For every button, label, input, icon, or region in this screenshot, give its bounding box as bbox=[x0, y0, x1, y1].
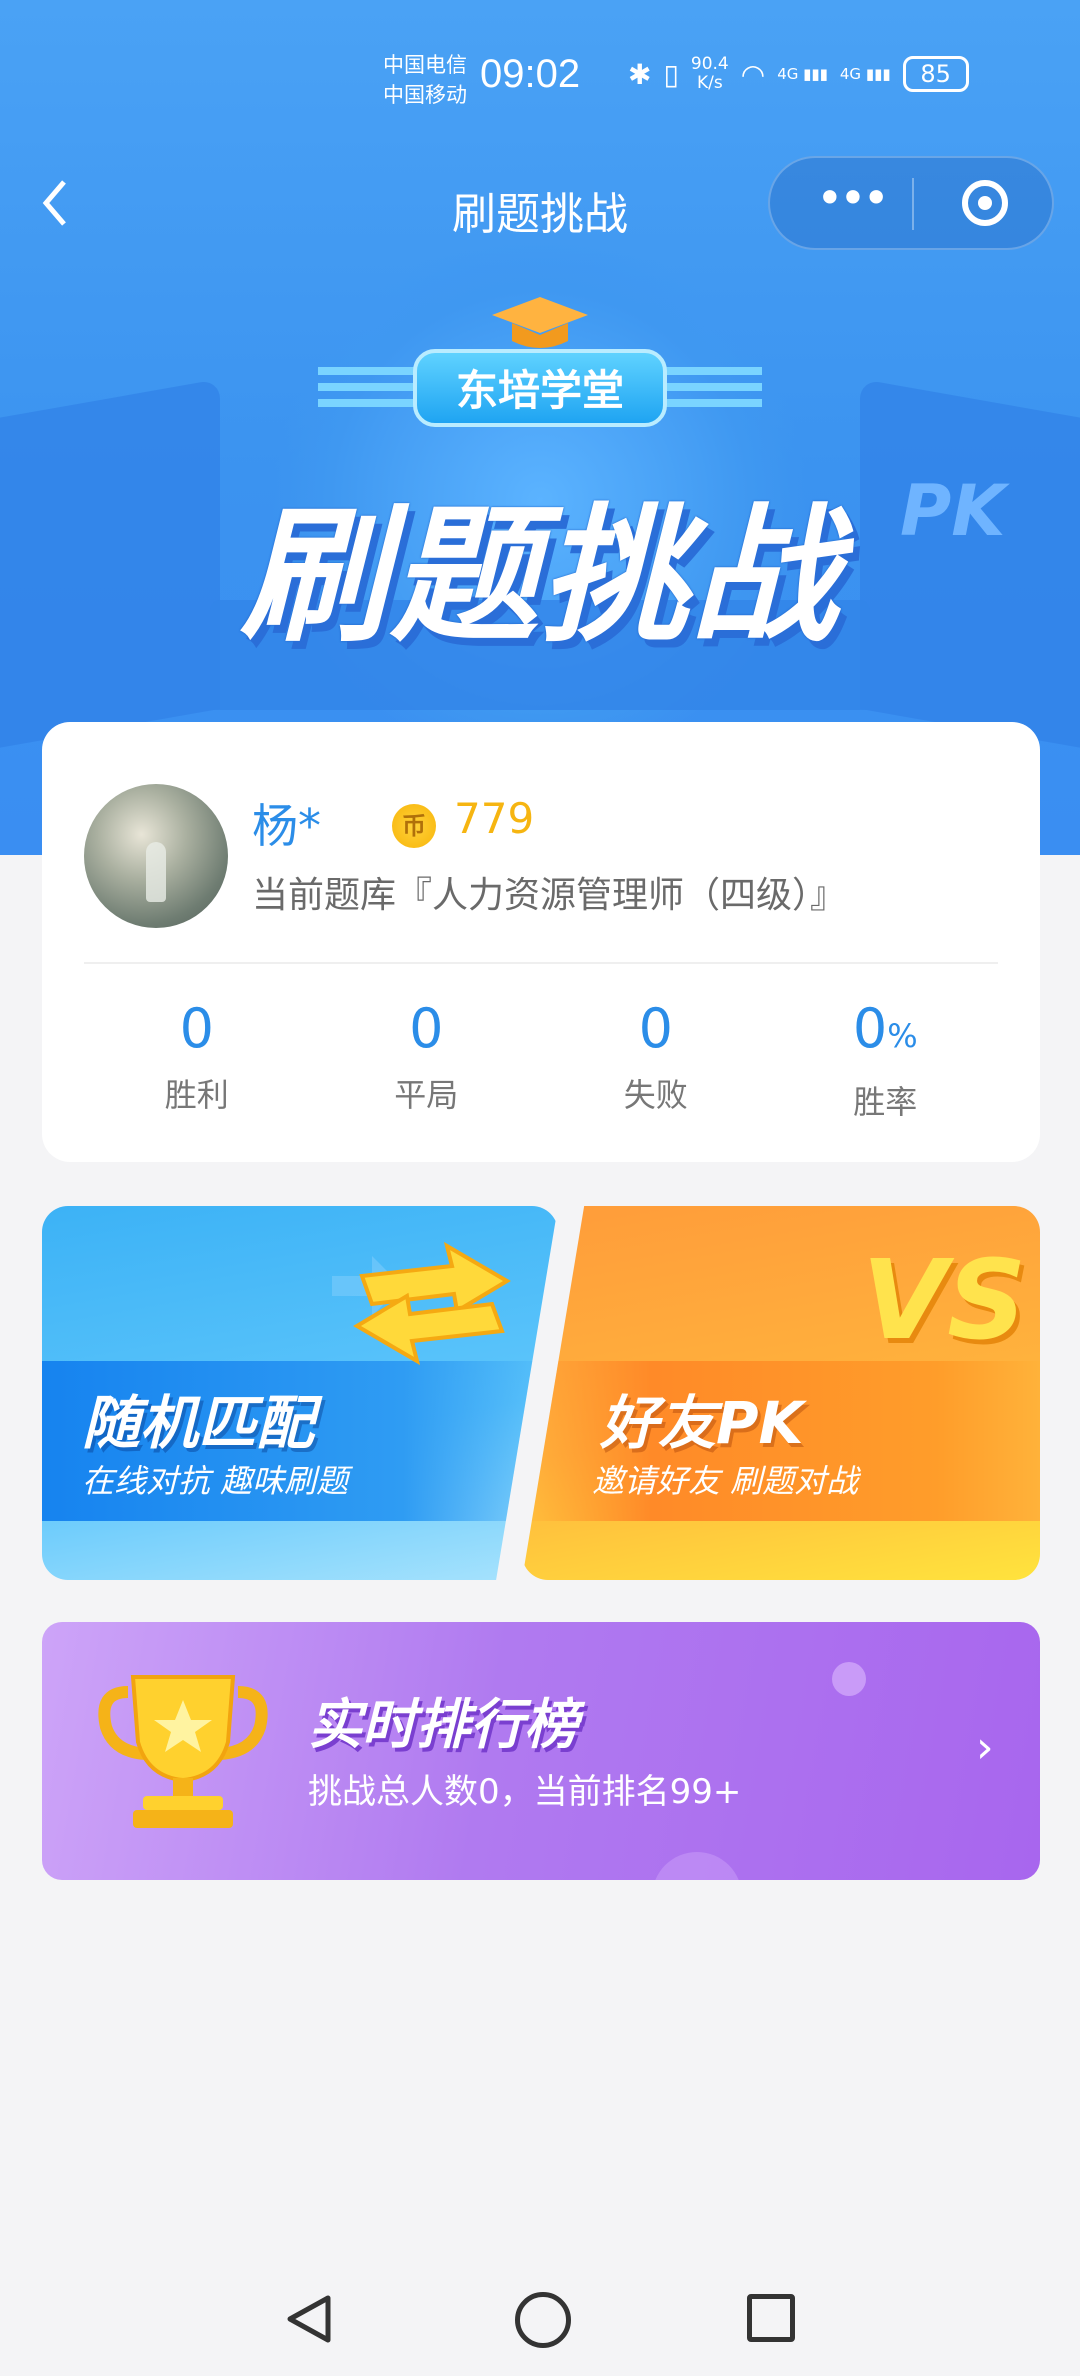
close-target-button[interactable] bbox=[962, 180, 1008, 226]
leaderboard-banner[interactable]: 实时排行榜 挑战总人数0，当前排名99+ › bbox=[42, 1622, 1040, 1880]
friend-pk-title: 好友PK bbox=[600, 1389, 804, 1457]
stats-row: 0 胜利 0 平局 0 失败 0% 胜率 bbox=[42, 994, 1040, 1123]
trophy-icon bbox=[98, 1675, 268, 1828]
question-bank-label[interactable]: 当前题库『人力资源管理师（四级）』 bbox=[252, 866, 846, 918]
vibrate-icon: ▯ bbox=[663, 57, 679, 91]
wifi-icon: ◠ bbox=[740, 57, 766, 91]
stat-value: 0 bbox=[179, 997, 214, 1060]
divider bbox=[84, 962, 998, 964]
stat-label: 胜利 bbox=[164, 1076, 229, 1114]
friend-pk-subtitle: 邀请好友 刷题对战 bbox=[592, 1462, 859, 1500]
coin-balance: 779 bbox=[454, 794, 535, 843]
status-bar: 中国电信 中国移动 09:02 ✱ ▯ 90.4 K/s ◠ 4G ▮▮▮ 4G… bbox=[0, 0, 1080, 150]
hero-title: 刷题挑战 bbox=[240, 490, 840, 662]
chevron-right-icon: › bbox=[976, 1722, 994, 1773]
status-icons: ✱ ▯ 90.4 K/s ◠ 4G ▮▮▮ 4G ▮▮▮ 85 bbox=[628, 55, 969, 93]
carrier-1: 中国电信 bbox=[383, 53, 467, 77]
stat-label: 平局 bbox=[394, 1076, 459, 1114]
user-name: 杨* bbox=[252, 799, 321, 853]
system-back-icon[interactable] bbox=[282, 2292, 336, 2346]
avatar-figure bbox=[146, 842, 166, 902]
random-match-subtitle: 在线对抗 趣味刷题 bbox=[82, 1462, 349, 1500]
stat-value: 0 bbox=[409, 997, 444, 1060]
decor-bubble bbox=[832, 1662, 866, 1696]
clock: 09:02 bbox=[480, 52, 581, 96]
system-navigation-bar bbox=[0, 2270, 1080, 2370]
brand-badge-text: 东培学堂 bbox=[413, 349, 667, 427]
avatar[interactable] bbox=[84, 784, 228, 928]
signal-2: 4G ▮▮▮ bbox=[839, 65, 891, 83]
stat-value: 0% bbox=[852, 997, 918, 1060]
stat-label: 胜率 bbox=[853, 1083, 918, 1121]
leaderboard-subtitle: 挑战总人数0，当前排名99+ bbox=[308, 1772, 742, 1812]
coin-icon: 币 bbox=[392, 804, 436, 848]
stat-value: 0 bbox=[638, 997, 673, 1060]
stat-wins: 0 胜利 bbox=[122, 994, 272, 1123]
graduation-cap-icon bbox=[492, 297, 588, 348]
stat-draws: 0 平局 bbox=[351, 994, 501, 1123]
stat-label: 失败 bbox=[623, 1076, 688, 1114]
friend-pk-button[interactable]: VS 好友PK 邀请好友 刷题对战 bbox=[522, 1206, 1040, 1580]
miniprogram-capsule: ••• bbox=[768, 156, 1054, 250]
leaderboard-title: 实时排行榜 bbox=[308, 1693, 578, 1756]
stat-losses: 0 失败 bbox=[581, 994, 731, 1123]
signal-1: 4G ▮▮▮ bbox=[777, 65, 828, 83]
carrier-2: 中国移动 bbox=[383, 83, 467, 107]
system-home-icon[interactable] bbox=[515, 2292, 571, 2348]
capsule-divider bbox=[912, 178, 914, 230]
vs-icon: VS bbox=[862, 1236, 1027, 1364]
carrier-info: 中国电信 中国移动 bbox=[383, 50, 467, 110]
more-button[interactable]: ••• bbox=[796, 158, 906, 248]
bluetooth-icon: ✱ bbox=[628, 57, 652, 91]
net-speed: 90.4 K/s bbox=[690, 54, 729, 93]
decor-bubble bbox=[652, 1852, 742, 1880]
system-recents-icon[interactable] bbox=[747, 2294, 795, 2342]
profile-card: 杨* 币 779 当前题库『人力资源管理师（四级）』 0 胜利 0 平局 0 失… bbox=[42, 722, 1040, 1162]
swap-arrows-icon bbox=[332, 1241, 511, 1366]
stat-win-rate: 0% 胜率 bbox=[810, 994, 960, 1123]
nav-bar: 刷题挑战 ••• bbox=[0, 150, 1080, 260]
brand-badge: 东培学堂 bbox=[318, 349, 762, 427]
random-match-title: 随机匹配 bbox=[82, 1389, 315, 1457]
battery-indicator: 85 bbox=[902, 56, 969, 92]
random-match-button[interactable]: 随机匹配 在线对抗 趣味刷题 bbox=[42, 1206, 558, 1580]
